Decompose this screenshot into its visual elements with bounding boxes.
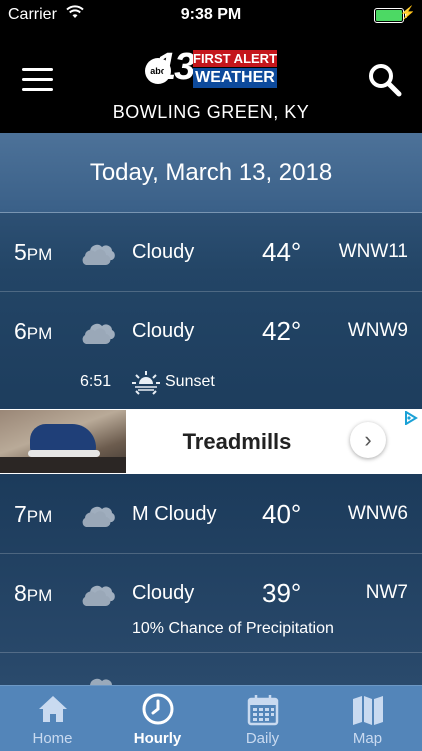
location-label[interactable]: BOWLING GREEN, KY bbox=[0, 102, 422, 123]
tab-label: Home bbox=[32, 730, 73, 747]
menu-icon[interactable] bbox=[22, 68, 53, 92]
hour-time: 7PM bbox=[14, 501, 53, 527]
date-header: Today, March 13, 2018 bbox=[0, 133, 422, 213]
status-bar: Carrier 9:38 PM ⚡ bbox=[0, 0, 422, 30]
ad-banner[interactable]: Treadmills › bbox=[0, 409, 422, 474]
battery-level bbox=[376, 10, 402, 21]
ad-image[interactable] bbox=[0, 410, 126, 473]
hour-condition: Cloudy bbox=[132, 320, 195, 342]
home-icon bbox=[38, 696, 67, 722]
ad-arrow-button[interactable]: › bbox=[350, 422, 386, 458]
hour-time: 6PM bbox=[14, 318, 53, 344]
hour-row: 7PM M Cloudy 40° WNW6 bbox=[0, 475, 422, 554]
tab-label: Hourly bbox=[133, 730, 182, 747]
cloud-icon bbox=[82, 244, 115, 266]
hour-temperature: 44° bbox=[262, 237, 302, 267]
tab-map[interactable]: Map bbox=[315, 686, 420, 751]
map-icon bbox=[352, 696, 383, 725]
logo-weather: WEATHER bbox=[193, 68, 277, 88]
precipitation-note: 10% Chance of Precipitation bbox=[132, 620, 334, 637]
tab-hourly[interactable]: Hourly bbox=[105, 686, 210, 751]
hour-temperature: 40° bbox=[262, 499, 302, 529]
sunset-label: Sunset bbox=[165, 373, 215, 390]
hour-condition: M Cloudy bbox=[132, 503, 217, 525]
hour-wind: NW7 bbox=[365, 582, 408, 603]
sunset-icon bbox=[132, 371, 160, 395]
cloud-icon bbox=[82, 506, 115, 528]
logo-channel: 13 bbox=[155, 46, 195, 88]
hour-condition: Cloudy bbox=[132, 241, 195, 263]
hour-row: 5PM Cloudy 44° WNW11 bbox=[0, 213, 422, 292]
hour-condition: Cloudy bbox=[132, 582, 195, 604]
hour-row: 8PM Cloudy 39° NW7 10% Chance of Precipi… bbox=[0, 554, 422, 653]
hour-time: 8PM bbox=[14, 580, 53, 606]
clock-icon bbox=[142, 693, 173, 725]
search-icon[interactable] bbox=[368, 63, 402, 97]
charging-icon: ⚡ bbox=[399, 5, 416, 20]
cloud-icon bbox=[82, 323, 115, 345]
hour-row: 6PM Cloudy 42° WNW9 6:51 Sunset bbox=[0, 292, 422, 409]
calendar-icon bbox=[247, 695, 278, 726]
logo-first-alert: FIRST ALERT bbox=[193, 50, 278, 67]
tab-label: Map bbox=[352, 730, 383, 747]
clock-time: 9:38 PM bbox=[180, 6, 242, 23]
tab-daily[interactable]: Daily bbox=[210, 686, 315, 751]
hour-temperature: 39° bbox=[262, 578, 302, 608]
hourly-forecast: Today, March 13, 2018 5PM Cloudy 44° WNW… bbox=[0, 133, 422, 685]
cloud-icon bbox=[90, 678, 112, 685]
hour-wind: WNW11 bbox=[338, 241, 408, 262]
hour-wind: WNW6 bbox=[347, 503, 408, 524]
tab-home[interactable]: Home bbox=[0, 686, 105, 751]
hour-temperature: 42° bbox=[262, 316, 302, 346]
tab-label: Daily bbox=[245, 730, 280, 747]
sunset-time: 6:51 bbox=[80, 373, 112, 390]
station-logo: abc 13 FIRST ALERT WEATHER bbox=[145, 46, 278, 92]
cloud-icon bbox=[82, 585, 115, 607]
tab-bar: Home Hourly Daily Map bbox=[0, 685, 422, 751]
ad-title[interactable]: Treadmills bbox=[126, 409, 348, 474]
hour-time: 5PM bbox=[14, 239, 53, 265]
adchoices-icon[interactable] bbox=[404, 411, 418, 425]
app-header: abc 13 FIRST ALERT WEATHER BOWLING GREEN… bbox=[0, 30, 422, 133]
hour-wind: WNW9 bbox=[347, 320, 408, 341]
